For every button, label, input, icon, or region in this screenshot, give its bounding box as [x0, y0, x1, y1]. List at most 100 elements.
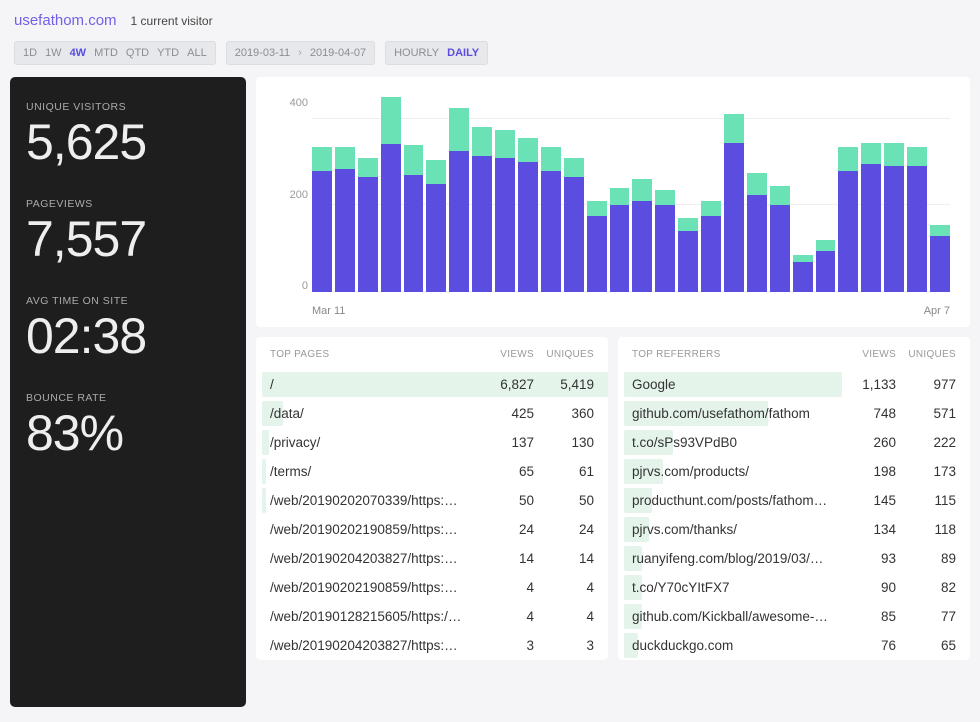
bar-column[interactable]	[747, 97, 767, 292]
row-uniques: 977	[896, 377, 956, 392]
range-1w[interactable]: 1W	[45, 47, 62, 59]
row-name: t.co/sPs93VPdB0	[632, 435, 836, 450]
table-row[interactable]: /web/20190202070339/https:…5050	[256, 486, 608, 515]
table-row[interactable]: /web/20190128215605/https:/…44	[256, 602, 608, 631]
row-name: github.com/usefathom/fathom	[632, 406, 836, 421]
bar-column[interactable]	[816, 97, 836, 292]
table-row[interactable]: duckduckgo.com7665	[618, 631, 970, 660]
bar-column[interactable]	[770, 97, 790, 292]
bar-column[interactable]	[495, 97, 515, 292]
table-row[interactable]: t.co/sPs93VPdB0260222	[618, 428, 970, 457]
row-uniques: 173	[896, 464, 956, 479]
range-ytd[interactable]: YTD	[157, 47, 179, 59]
table-row[interactable]: /data/425360	[256, 399, 608, 428]
stat-label: AVG TIME ON SITE	[26, 295, 230, 307]
bar-column[interactable]	[426, 97, 446, 292]
row-uniques: 61	[534, 464, 594, 479]
table-title: TOP PAGES	[270, 349, 474, 360]
date-range-picker: 1D 1W 4W MTD QTD YTD ALL	[14, 41, 216, 65]
row-name: /privacy/	[270, 435, 474, 450]
bar-column[interactable]	[701, 97, 721, 292]
row-views: 24	[474, 522, 534, 537]
header: usefathom.com 1 current visitor	[0, 0, 980, 37]
table-row[interactable]: /web/20190202190859/https:…44	[256, 573, 608, 602]
row-name: Google	[632, 377, 836, 392]
bar-column[interactable]	[335, 97, 355, 292]
bar-column[interactable]	[884, 97, 904, 292]
bar-column[interactable]	[541, 97, 561, 292]
bar-column[interactable]	[724, 97, 744, 292]
date-to: 2019-04-07	[310, 47, 366, 59]
stat-unique-visitors: UNIQUE VISITORS 5,625	[26, 101, 230, 170]
table-row[interactable]: /web/20190202190859/https:…2424	[256, 515, 608, 544]
table-row[interactable]: /web/20190204203827/https:…1414	[256, 544, 608, 573]
row-uniques: 5,419	[534, 377, 594, 392]
range-qtd[interactable]: QTD	[126, 47, 149, 59]
bar-column[interactable]	[358, 97, 378, 292]
table-row[interactable]: Google1,133977	[618, 370, 970, 399]
chevron-right-icon: ›	[298, 47, 302, 59]
traffic-chart[interactable]: 4002000 Mar 11 Apr 7	[276, 97, 950, 317]
row-uniques: 65	[896, 638, 956, 653]
stat-bounce-rate: BOUNCE RATE 83%	[26, 392, 230, 461]
row-uniques: 360	[534, 406, 594, 421]
bar-column[interactable]	[861, 97, 881, 292]
bar-column[interactable]	[381, 97, 401, 292]
range-4w[interactable]: 4W	[70, 47, 87, 59]
row-uniques: 14	[534, 551, 594, 566]
bar-column[interactable]	[930, 97, 950, 292]
row-views: 425	[474, 406, 534, 421]
row-name: /web/20190204203827/https:…	[270, 551, 474, 566]
row-name: github.com/Kickball/awesome-…	[632, 609, 836, 624]
row-views: 76	[836, 638, 896, 653]
bar-column[interactable]	[564, 97, 584, 292]
row-uniques: 50	[534, 493, 594, 508]
row-views: 65	[474, 464, 534, 479]
range-all[interactable]: ALL	[187, 47, 207, 59]
row-name: t.co/Y70cYItFX7	[632, 580, 836, 595]
table-row[interactable]: pjrvs.com/products/198173	[618, 457, 970, 486]
row-views: 748	[836, 406, 896, 421]
row-name: duckduckgo.com	[632, 638, 836, 653]
bar-column[interactable]	[312, 97, 332, 292]
bar-column[interactable]	[472, 97, 492, 292]
row-views: 260	[836, 435, 896, 450]
controls-bar: 1D 1W 4W MTD QTD YTD ALL 2019-03-11 › 2019-04-…	[0, 37, 980, 77]
range-1d[interactable]: 1D	[23, 47, 37, 59]
date-range-display[interactable]: 2019-03-11 › 2019-04-07	[226, 41, 375, 65]
bar-column[interactable]	[587, 97, 607, 292]
granularity-hourly[interactable]: HOURLY	[394, 47, 439, 59]
stat-value: 83%	[26, 406, 230, 461]
row-name: /data/	[270, 406, 474, 421]
table-row[interactable]: /privacy/137130	[256, 428, 608, 457]
table-row[interactable]: github.com/usefathom/fathom748571	[618, 399, 970, 428]
table-row[interactable]: github.com/Kickball/awesome-…8577	[618, 602, 970, 631]
bar-column[interactable]	[793, 97, 813, 292]
bar-column[interactable]	[907, 97, 927, 292]
bar-column[interactable]	[632, 97, 652, 292]
top-referrers-table: TOP REFERRERS VIEWS UNIQUES Google1,1339…	[618, 337, 970, 660]
chart-card: 4002000 Mar 11 Apr 7	[256, 77, 970, 327]
table-row[interactable]: /web/20190204203827/https:…33	[256, 631, 608, 660]
stat-label: UNIQUE VISITORS	[26, 101, 230, 113]
table-row[interactable]: producthunt.com/posts/fathom…145115	[618, 486, 970, 515]
site-name-link[interactable]: usefathom.com	[14, 12, 117, 29]
bar-column[interactable]	[610, 97, 630, 292]
bar-column[interactable]	[518, 97, 538, 292]
bar-column[interactable]	[655, 97, 675, 292]
range-mtd[interactable]: MTD	[94, 47, 118, 59]
granularity-daily[interactable]: DAILY	[447, 47, 479, 59]
table-row[interactable]: /6,8275,419	[256, 370, 608, 399]
bar-column[interactable]	[678, 97, 698, 292]
stat-pageviews: PAGEVIEWS 7,557	[26, 198, 230, 267]
table-row[interactable]: t.co/Y70cYItFX79082	[618, 573, 970, 602]
row-views: 50	[474, 493, 534, 508]
stat-value: 02:38	[26, 309, 230, 364]
row-uniques: 89	[896, 551, 956, 566]
table-row[interactable]: ruanyifeng.com/blog/2019/03/…9389	[618, 544, 970, 573]
bar-column[interactable]	[449, 97, 469, 292]
table-row[interactable]: /terms/6561	[256, 457, 608, 486]
bar-column[interactable]	[838, 97, 858, 292]
bar-column[interactable]	[404, 97, 424, 292]
table-row[interactable]: pjrvs.com/thanks/134118	[618, 515, 970, 544]
